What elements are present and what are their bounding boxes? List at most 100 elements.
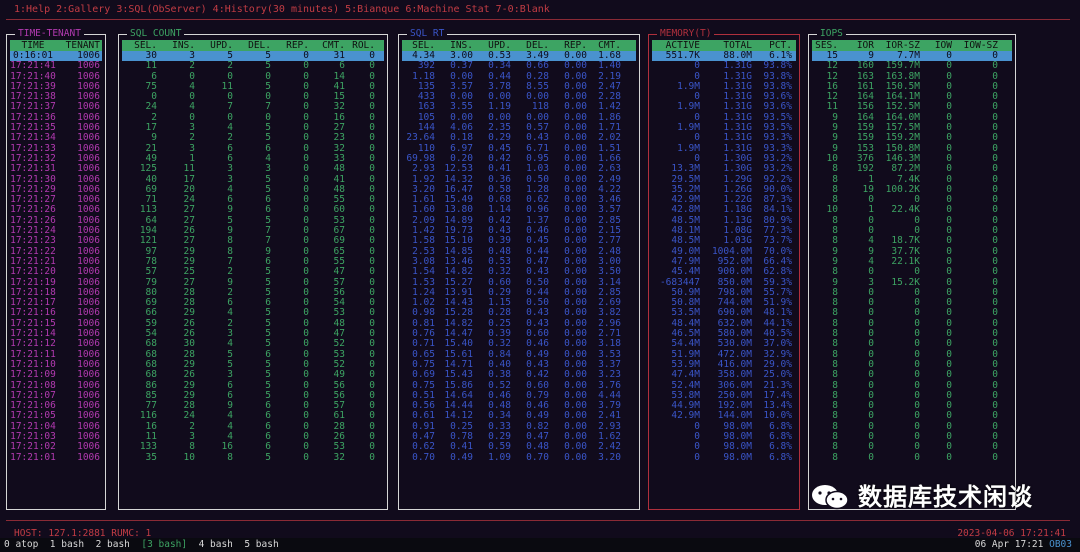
column-header-row[interactable]: SEL. INS. UPD. DEL. REP. CMT. ROL. bbox=[122, 40, 384, 51]
data-row[interactable]: 71 24 6 6 0 55 0 bbox=[122, 195, 384, 205]
data-row[interactable]: 17:21:04 1006 bbox=[10, 422, 102, 432]
data-row[interactable]: 0 98.0M 6.8% bbox=[652, 422, 796, 432]
data-row[interactable]: 8 19 100.2K 0 0 bbox=[812, 185, 1012, 195]
data-row[interactable]: 11 156 152.5M 0 0 bbox=[812, 102, 1012, 112]
data-row[interactable]: 9 159 157.5M 0 0 bbox=[812, 123, 1012, 133]
data-row[interactable]: 2.09 14.89 0.42 1.37 0.00 2.85 bbox=[402, 216, 636, 226]
data-row[interactable]: 46.5M 580.0M 40.5% bbox=[652, 329, 796, 339]
data-row[interactable]: 392 0.37 0.34 0.66 0.00 1.40 bbox=[402, 61, 636, 71]
data-row[interactable]: 433 0.00 0.00 0.00 0.00 2.28 bbox=[402, 92, 636, 102]
data-row[interactable]: 8 0 0 0 0 bbox=[812, 288, 1012, 298]
data-row[interactable]: 17:21:36 1006 bbox=[10, 113, 102, 123]
data-row[interactable]: 1.24 13.91 0.29 0.44 0.00 2.85 bbox=[402, 288, 636, 298]
data-row[interactable]: 0 1.30G 93.2% bbox=[652, 154, 796, 164]
data-row[interactable]: 0 1.31G 93.5% bbox=[652, 113, 796, 123]
data-row[interactable]: 1.58 15.10 0.39 0.45 0.00 2.77 bbox=[402, 236, 636, 246]
data-row[interactable]: 2.93 12.53 0.41 1.03 0.00 2.63 bbox=[402, 164, 636, 174]
data-row[interactable]: 17:21:21 1006 bbox=[10, 257, 102, 267]
data-row[interactable]: 54 26 3 5 0 47 0 bbox=[122, 329, 384, 339]
data-row[interactable]: 3.20 16.47 0.58 1.28 0.00 4.22 bbox=[402, 185, 636, 195]
data-row[interactable]: 17:21:19 1006 bbox=[10, 278, 102, 288]
data-row[interactable]: 17:21:41 1006 bbox=[10, 61, 102, 71]
data-row[interactable]: 0 98.0M 6.8% bbox=[652, 432, 796, 442]
data-row[interactable]: 48.5M 1.03G 73.7% bbox=[652, 236, 796, 246]
data-row[interactable]: 47.9M 952.0M 66.4% bbox=[652, 257, 796, 267]
data-row[interactable]: 0 98.0M 6.8% bbox=[652, 442, 796, 452]
data-row[interactable]: 1.54 14.82 0.32 0.43 0.00 3.50 bbox=[402, 267, 636, 277]
data-row[interactable]: 1.92 14.32 0.36 0.50 0.00 2.49 bbox=[402, 175, 636, 185]
column-header-row[interactable]: ACTIVE TOTAL PCT. bbox=[652, 40, 796, 51]
data-row[interactable]: 8 0 0 0 0 bbox=[812, 298, 1012, 308]
data-row[interactable]: 2.53 14.85 0.48 0.44 0.00 2.48 bbox=[402, 247, 636, 257]
data-row[interactable]: 17:21:09 1006 bbox=[10, 370, 102, 380]
data-row[interactable]: -683447 850.0M 59.3% bbox=[652, 278, 796, 288]
data-row[interactable]: 42.9M 1.22G 87.3% bbox=[652, 195, 796, 205]
data-row[interactable]: 57 25 2 5 0 47 0 bbox=[122, 267, 384, 277]
data-row[interactable]: 135 3.57 3.78 8.55 0.00 2.47 bbox=[402, 82, 636, 92]
data-row[interactable]: 121 27 8 7 0 69 0 bbox=[122, 236, 384, 246]
data-row[interactable]: 8 0 0 0 0 bbox=[812, 267, 1012, 277]
data-row[interactable]: 68 28 5 6 0 53 0 bbox=[122, 350, 384, 360]
data-row[interactable]: 17:21:17 1006 bbox=[10, 298, 102, 308]
data-row[interactable]: 9 9 37.7K 0 0 bbox=[812, 247, 1012, 257]
data-row[interactable]: 17:21:07 1006 bbox=[10, 391, 102, 401]
data-row[interactable]: 68 30 4 5 0 52 0 bbox=[122, 339, 384, 349]
data-row[interactable]: 110 6.97 0.45 6.71 0.00 1.51 bbox=[402, 144, 636, 154]
data-row[interactable]: 0.75 14.71 0.40 0.43 0.00 3.37 bbox=[402, 360, 636, 370]
data-row[interactable]: 8 0 0 0 0 bbox=[812, 370, 1012, 380]
data-row[interactable]: 69 28 6 6 0 54 0 bbox=[122, 298, 384, 308]
data-row[interactable]: 47.4M 358.0M 25.0% bbox=[652, 370, 796, 380]
data-row[interactable]: 1.53 15.27 0.60 0.50 0.00 3.14 bbox=[402, 278, 636, 288]
data-row[interactable]: 1.18 0.00 0.44 0.28 0.00 2.19 bbox=[402, 72, 636, 82]
data-row[interactable]: 0.81 14.82 0.25 0.43 0.00 2.96 bbox=[402, 319, 636, 329]
data-row[interactable]: 17:21:37 1006 bbox=[10, 102, 102, 112]
data-row[interactable]: 48.1M 1.08G 77.3% bbox=[652, 226, 796, 236]
data-row[interactable]: 8 0 0 0 0 bbox=[812, 453, 1012, 463]
data-row[interactable]: 17:21:26 1006 bbox=[10, 216, 102, 226]
data-row[interactable]: 1.9M 1.31G 93.5% bbox=[652, 123, 796, 133]
data-row[interactable]: 116 24 4 6 0 61 0 bbox=[122, 411, 384, 421]
data-row[interactable]: 17 3 4 5 0 27 0 bbox=[122, 123, 384, 133]
tmux-window[interactable]: 0 atop bbox=[4, 539, 38, 550]
data-row[interactable]: 29.5M 1.29G 92.2% bbox=[652, 175, 796, 185]
data-row[interactable]: 11 3 4 6 0 26 0 bbox=[122, 432, 384, 442]
data-row[interactable]: 59 26 2 5 0 48 0 bbox=[122, 319, 384, 329]
data-row[interactable]: 17:21:26 1006 bbox=[10, 205, 102, 215]
data-row[interactable]: 0.61 14.12 0.34 0.49 0.00 2.41 bbox=[402, 411, 636, 421]
data-row[interactable]: 8 192 87.2M 0 0 bbox=[812, 164, 1012, 174]
data-row[interactable]: 0.98 15.28 0.28 0.43 0.00 3.82 bbox=[402, 308, 636, 318]
data-row[interactable]: 8 1 7.4K 0 0 bbox=[812, 175, 1012, 185]
data-row[interactable]: 21 3 6 6 0 32 0 bbox=[122, 144, 384, 154]
data-row[interactable]: 17:21:34 1006 bbox=[10, 133, 102, 143]
data-row[interactable]: 75 4 11 5 0 41 0 bbox=[122, 82, 384, 92]
data-row[interactable]: 66 29 4 5 0 53 0 bbox=[122, 308, 384, 318]
data-row[interactable]: 17:21:33 1006 bbox=[10, 144, 102, 154]
data-row[interactable]: 6 0 0 0 0 14 0 bbox=[122, 72, 384, 82]
column-header-row[interactable]: SEL. INS. UPD. DEL. REP. CMT. bbox=[402, 40, 636, 51]
data-row[interactable]: 1.60 13.80 1.14 0.96 0.00 3.57 bbox=[402, 205, 636, 215]
data-row[interactable]: 17:21:39 1006 bbox=[10, 82, 102, 92]
data-row[interactable]: 10 376 146.3M 0 0 bbox=[812, 154, 1012, 164]
data-row[interactable]: 0 1.31G 93.8% bbox=[652, 72, 796, 82]
data-row[interactable]: 17:21:18 1006 bbox=[10, 288, 102, 298]
data-row[interactable]: 9 3 15.2K 0 0 bbox=[812, 278, 1012, 288]
data-row[interactable]: 8 0 0 0 0 bbox=[812, 319, 1012, 329]
data-row[interactable]: 97 29 8 9 0 65 0 bbox=[122, 247, 384, 257]
tmux-window[interactable]: [3 bash] bbox=[141, 539, 187, 550]
data-row[interactable]: 11 2 2 5 0 6 0 bbox=[122, 61, 384, 71]
data-row[interactable]: 51.9M 472.0M 32.9% bbox=[652, 350, 796, 360]
data-row[interactable]: 69.98 0.20 0.42 0.95 0.00 1.66 bbox=[402, 154, 636, 164]
data-row[interactable]: 53.8M 250.0M 17.4% bbox=[652, 391, 796, 401]
data-row[interactable]: 17:21:14 1006 bbox=[10, 329, 102, 339]
data-row[interactable]: 9 153 150.8M 0 0 bbox=[812, 144, 1012, 154]
data-row[interactable]: 0.76 14.47 0.39 0.60 0.00 2.71 bbox=[402, 329, 636, 339]
data-row[interactable]: 0.70 0.49 1.09 0.70 0.00 3.20 bbox=[402, 453, 636, 463]
data-row[interactable]: 17:21:05 1006 bbox=[10, 411, 102, 421]
data-row[interactable]: 35 10 8 5 0 32 0 bbox=[122, 453, 384, 463]
data-row[interactable]: 54.4M 530.0M 37.0% bbox=[652, 339, 796, 349]
data-row[interactable]: 0 1.31G 93.8% bbox=[652, 61, 796, 71]
data-row[interactable]: 12 160 159.7M 0 0 bbox=[812, 61, 1012, 71]
data-row[interactable]: 53.9M 416.0M 29.0% bbox=[652, 360, 796, 370]
tmux-window[interactable]: 2 bash bbox=[96, 539, 130, 550]
data-row[interactable]: 68 26 3 5 0 49 0 bbox=[122, 370, 384, 380]
